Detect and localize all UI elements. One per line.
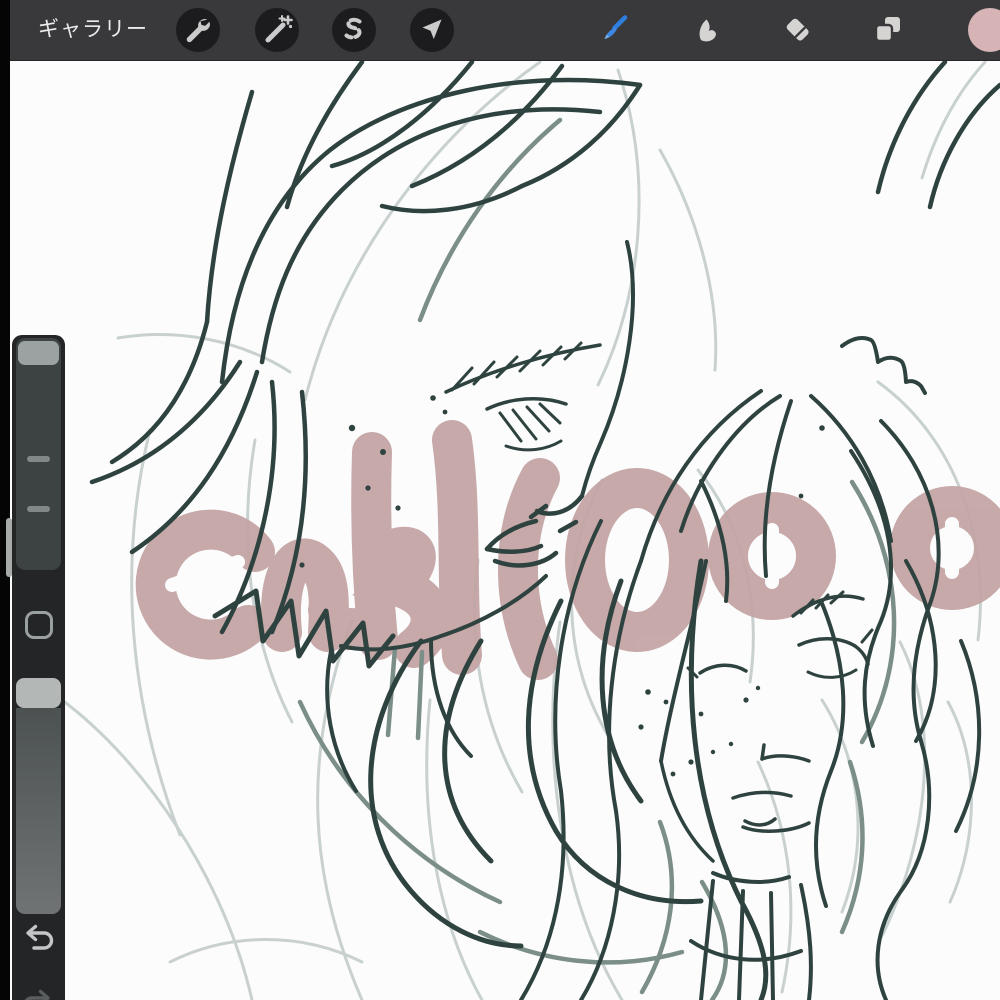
gallery-button[interactable]: ギャラリー — [38, 0, 148, 60]
sidebar — [12, 335, 65, 1000]
slider-tick — [27, 506, 50, 512]
s-curve-icon — [344, 17, 362, 40]
wrench-icon — [186, 19, 210, 43]
selection-button[interactable] — [332, 8, 376, 52]
edge-grabber[interactable] — [6, 518, 12, 577]
arrow-cursor-icon — [422, 19, 442, 39]
redo-button[interactable] — [18, 985, 58, 1000]
top-toolbar: ギャラリー — [10, 0, 1000, 61]
brush-size-handle[interactable] — [18, 341, 59, 365]
eraser-icon — [786, 18, 809, 41]
sketch-artwork: enkloo — [60, 60, 1000, 1000]
drawing-canvas[interactable]: enkloo — [10, 60, 1000, 1000]
smudge-finger-icon — [699, 19, 716, 42]
paint-tool-button[interactable] — [592, 8, 636, 52]
brush-size-slider[interactable] — [16, 338, 61, 570]
opacity-handle[interactable] — [16, 678, 61, 708]
undo-arrow-icon — [26, 924, 54, 950]
erase-tool-button[interactable] — [776, 8, 820, 52]
modify-button[interactable] — [25, 611, 53, 639]
smudge-tool-button[interactable] — [686, 8, 730, 52]
procreate-screen: ギャラリー — [0, 0, 1000, 1000]
magic-wand-icon — [265, 15, 293, 43]
layers-button[interactable] — [866, 8, 910, 52]
color-swatch[interactable] — [968, 8, 1000, 52]
redo-arrow-icon — [24, 989, 50, 1000]
undo-button[interactable] — [18, 920, 58, 960]
actions-button[interactable] — [176, 8, 220, 52]
transform-button[interactable] — [410, 8, 454, 52]
brush-icon — [604, 15, 628, 39]
opacity-slider[interactable] — [16, 708, 61, 914]
left-edge-strip — [0, 0, 10, 1000]
slider-tick — [27, 456, 50, 462]
adjustments-button[interactable] — [255, 8, 299, 52]
layers-icon — [874, 17, 900, 43]
